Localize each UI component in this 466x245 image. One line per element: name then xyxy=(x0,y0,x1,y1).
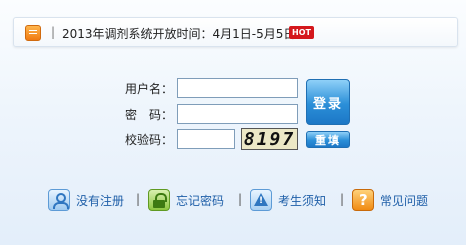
link-register-label: 没有注册 xyxy=(76,193,125,208)
notice-separator: | xyxy=(51,25,56,39)
user-icon xyxy=(48,189,70,211)
link-register[interactable]: 没有注册 xyxy=(48,188,124,212)
password-label: 密 码： xyxy=(124,108,173,122)
captcha-image[interactable]: 8197 xyxy=(241,128,298,150)
notice-icon xyxy=(25,25,41,41)
notice-text[interactable]: 2013年调剂系统开放时间：4月1日-5月5日 xyxy=(62,25,295,42)
warning-icon xyxy=(250,189,272,211)
link-faq-label: 常见问题 xyxy=(380,193,429,208)
link-forgot-password[interactable]: 忘记密码 xyxy=(148,188,224,212)
link-notice[interactable]: 考生须知 xyxy=(250,188,326,212)
username-label: 用户名： xyxy=(124,82,173,96)
link-separator: | xyxy=(136,192,141,206)
username-input[interactable] xyxy=(177,78,298,98)
login-button[interactable]: 登录 xyxy=(306,79,350,125)
help-icon xyxy=(352,189,374,211)
link-separator: | xyxy=(238,192,243,206)
link-notice-label: 考生须知 xyxy=(278,193,327,208)
password-input[interactable] xyxy=(177,104,298,124)
link-faq[interactable]: 常见问题 xyxy=(352,188,428,212)
hot-badge: HOT xyxy=(289,26,314,39)
link-forgot-password-label: 忘记密码 xyxy=(176,193,225,208)
reset-button[interactable]: 重填 xyxy=(306,131,350,148)
link-separator: | xyxy=(340,192,345,206)
notice-bar: | 2013年调剂系统开放时间：4月1日-5月5日 HOT xyxy=(13,17,458,47)
captcha-input[interactable] xyxy=(177,129,235,149)
captcha-label: 校验码： xyxy=(124,133,173,147)
lock-icon xyxy=(148,189,170,211)
